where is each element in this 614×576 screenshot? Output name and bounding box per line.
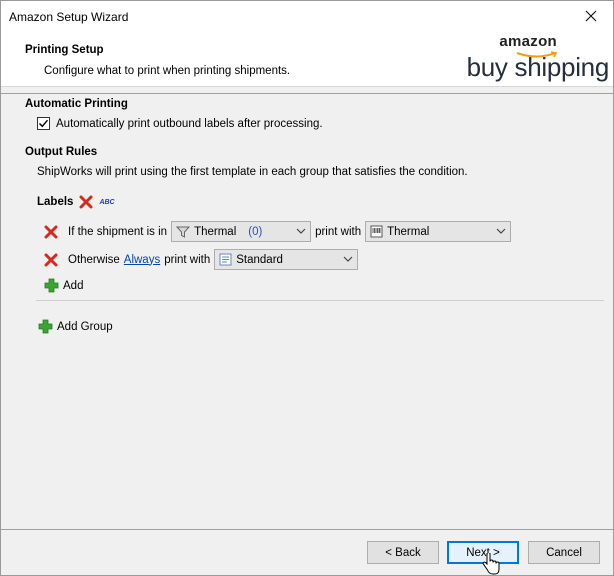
header-divider: [1, 93, 613, 94]
thermal-template-icon: [370, 225, 383, 238]
labels-group-title: Labels: [37, 196, 74, 208]
rule-2-template-value: Standard: [236, 253, 283, 266]
rule-2-template-dropdown[interactable]: Standard: [214, 249, 359, 270]
amazon-buy-shipping-logo: amazon buy shipping: [461, 32, 610, 84]
add-rule-button[interactable]: Add: [44, 278, 83, 293]
rule-1-filter-count: (0): [248, 225, 263, 238]
wizard-window: Amazon Setup Wizard Printing Setup Confi…: [0, 0, 614, 576]
delete-group-icon[interactable]: [79, 195, 93, 209]
rule-2-prefix: Otherwise: [68, 253, 120, 266]
rule-1-template-dropdown[interactable]: Thermal: [365, 221, 512, 242]
hand-cursor-icon: [482, 553, 500, 575]
rule-1-prefix: If the shipment is in: [68, 225, 168, 238]
auto-print-checkbox-label: Automatically print outbound labels afte…: [56, 117, 323, 130]
rule-1-template-value: Thermal: [387, 225, 430, 238]
rule-row-2: Otherwise Always print with Standard: [44, 249, 359, 270]
add-rule-label: Add: [63, 279, 84, 292]
back-button[interactable]: < Back: [367, 541, 439, 564]
chevron-down-icon: [496, 228, 506, 234]
footer-divider: [1, 529, 613, 530]
labels-group-header: Labels ABC: [37, 195, 115, 209]
add-group-button[interactable]: Add Group: [38, 319, 113, 334]
close-icon: [585, 10, 597, 22]
output-rules-description: ShipWorks will print using the first tem…: [37, 166, 468, 178]
plus-icon: [44, 278, 59, 293]
close-button[interactable]: [569, 1, 613, 31]
plus-icon: [38, 319, 53, 334]
rule-row-1: If the shipment is in Thermal (0) print …: [44, 221, 512, 242]
logo-amazon-text: amazon: [499, 33, 557, 50]
delete-rule-2-icon[interactable]: [44, 253, 58, 267]
add-group-label: Add Group: [57, 320, 113, 333]
wizard-header: Printing Setup Configure what to print w…: [1, 31, 613, 87]
auto-print-checkbox[interactable]: [37, 117, 50, 130]
auto-print-checkbox-row[interactable]: Automatically print outbound labels afte…: [37, 117, 323, 130]
delete-rule-1-icon[interactable]: [44, 225, 58, 239]
output-rules-title: Output Rules: [25, 146, 98, 158]
standard-template-icon: [219, 253, 232, 266]
checkmark-icon: [39, 119, 49, 128]
page-title: Printing Setup: [25, 44, 104, 56]
rule-1-filter-dropdown[interactable]: Thermal (0): [171, 221, 312, 242]
labels-group-panel: Labels ABC If the shipment is in Thermal…: [36, 191, 604, 301]
filter-icon: [176, 226, 191, 238]
page-subtitle: Configure what to print when printing sh…: [44, 65, 291, 77]
rule-1-filter-value: Thermal: [194, 225, 237, 238]
logo-buy-shipping-text: buy shipping: [466, 52, 610, 82]
rule-2-always-link[interactable]: Always: [124, 254, 160, 266]
rule-2-middle: print with: [164, 253, 211, 266]
cancel-button[interactable]: Cancel: [528, 541, 600, 564]
chevron-down-icon: [296, 228, 306, 234]
chevron-down-icon: [343, 256, 353, 262]
automatic-printing-title: Automatic Printing: [25, 98, 128, 110]
rule-1-middle: print with: [315, 225, 362, 238]
title-bar: Amazon Setup Wizard: [1, 1, 613, 31]
rename-group-icon[interactable]: ABC: [99, 199, 114, 206]
window-title: Amazon Setup Wizard: [9, 10, 129, 24]
